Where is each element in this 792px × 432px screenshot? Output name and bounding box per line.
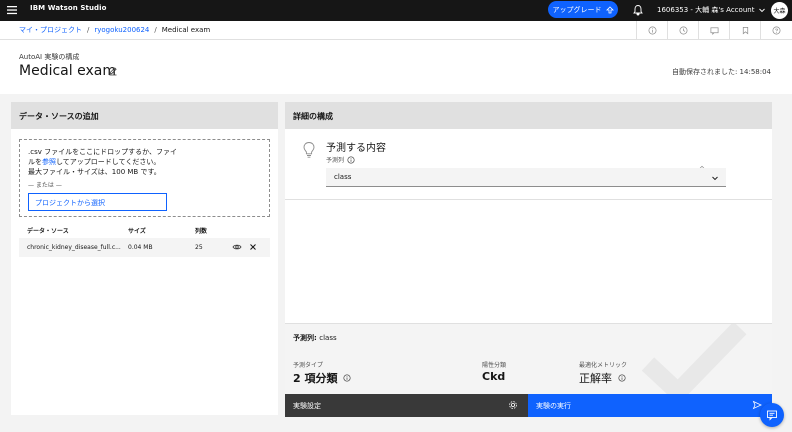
history-icon[interactable] [667, 21, 698, 40]
metric-label-predict-type: 予測タイプ [293, 362, 324, 369]
row-size: 0.04 MB [128, 244, 153, 251]
breadcrumb-project[interactable]: ryogoku200624 [94, 26, 149, 34]
summary-title-value: class [319, 334, 337, 342]
predict-type-value: 2 項分類 [293, 372, 338, 385]
edit-pencil-icon[interactable] [108, 66, 118, 76]
help-icon[interactable] [760, 21, 791, 40]
hamburger-menu-icon[interactable] [6, 4, 18, 16]
breadcrumb-my-projects[interactable]: マイ・プロジェクト [19, 25, 82, 35]
data-source-panel-title: データ・ソースの追加 [11, 102, 278, 129]
config-details-panel: 詳細の構成 予測する内容 予測列 class 予測列: class 予測タイプ … [285, 102, 772, 417]
optimized-metric-value: 正解率 [579, 372, 612, 385]
run-experiment-button[interactable]: 実験の実行 [528, 394, 772, 417]
upgrade-icon [605, 5, 614, 13]
project-toolbar [636, 21, 791, 40]
drop-instructions: .csv ファイルをここにドロップするか、ファイルを参照してアップロードしてくだ… [28, 147, 178, 177]
info-icon[interactable] [618, 374, 626, 382]
page-subtitle: AutoAI 実験の構成 [19, 53, 80, 61]
checkmark-watermark-icon [640, 324, 750, 394]
row-col-count: 25 [195, 244, 203, 251]
column-header-cols: 列数 [195, 228, 208, 235]
file-drop-zone[interactable]: .csv ファイルをここにドロップするか、ファイルを参照してアップロードしてくだ… [19, 139, 270, 217]
experiment-settings-label: 実験設定 [293, 402, 321, 410]
config-details-title: 詳細の構成 [285, 102, 772, 129]
or-divider-text: — または — [28, 182, 62, 189]
user-avatar[interactable]: 大森 [771, 2, 788, 19]
table-row: chronic_kidney_disease_full.c... 0.04 MB… [19, 238, 270, 257]
drop-text-3: 最大ファイル・サイズは、100 MB です。 [28, 168, 161, 176]
metric-value-optimized-metric: 正解率 [579, 370, 626, 386]
row-source-name: chronic_kidney_disease_full.c... [27, 244, 121, 251]
metric-label-positive-class: 陽性分類 [482, 362, 507, 369]
drop-text-2: してアップロードしてください。 [56, 158, 161, 166]
run-experiment-label: 実験の実行 [536, 402, 571, 410]
info-icon[interactable] [347, 155, 355, 164]
browse-link[interactable]: 参照 [42, 158, 56, 166]
summary-title-prefix: 予測列: [293, 334, 320, 342]
column-header-size: サイズ [128, 228, 146, 235]
autosave-status: 自動保存されました: 14:58:04 [671, 68, 771, 76]
info-icon[interactable] [343, 374, 352, 382]
brand-name: IBM Watson Studio [30, 4, 107, 12]
section-divider [285, 199, 772, 200]
predict-column-label: 予測列 [326, 157, 345, 164]
experiment-summary: 予測列: class 予測タイプ 2 項分類 陽性分類 Ckd 最適化メトリック… [285, 323, 772, 394]
account-label: 1606353 - 大輔 森's Account [657, 6, 755, 14]
predict-section-title: 予測する内容 [326, 143, 386, 154]
bookmark-icon[interactable] [729, 21, 760, 40]
chat-icon [767, 410, 777, 421]
predict-column-select[interactable]: class [326, 168, 726, 187]
breadcrumb-separator: / [87, 26, 90, 34]
notification-bell-icon[interactable] [632, 4, 644, 16]
page-title: Medical exam [19, 63, 116, 79]
breadcrumb-separator: / [154, 26, 157, 34]
column-header-source: データ・ソース [27, 228, 69, 235]
chevron-down-icon [711, 174, 719, 182]
chevron-down-icon [759, 8, 766, 13]
chat-support-button[interactable] [760, 403, 784, 427]
predict-column-label-row: 予測列 [326, 155, 355, 164]
info-icon[interactable] [636, 21, 667, 40]
gear-icon [508, 400, 518, 410]
data-source-panel: データ・ソースの追加 .csv ファイルをここにドロップするか、ファイルを参照し… [11, 102, 278, 415]
lightbulb-icon [302, 141, 316, 159]
positive-class-value: Ckd [482, 370, 506, 383]
breadcrumb-current: Medical exam [161, 26, 211, 34]
select-from-project-button[interactable]: プロジェクトから選択 [28, 193, 167, 211]
preview-eye-icon[interactable] [232, 242, 242, 252]
experiment-settings-button[interactable]: 実験設定 [285, 394, 528, 417]
select-value: class [334, 173, 352, 181]
metric-value-predict-type: 2 項分類 [293, 370, 352, 386]
upgrade-label: アップグレード [552, 5, 602, 14]
metric-label-optimized-metric: 最適化メトリック [579, 362, 628, 369]
comment-icon[interactable] [698, 21, 729, 40]
remove-close-icon[interactable] [248, 242, 258, 252]
account-switcher[interactable]: 1606353 - 大輔 森's Account [657, 5, 766, 15]
summary-title: 予測列: class [293, 333, 337, 343]
metric-value-positive-class: Ckd [482, 370, 505, 383]
upgrade-button[interactable]: アップグレード [548, 1, 618, 18]
